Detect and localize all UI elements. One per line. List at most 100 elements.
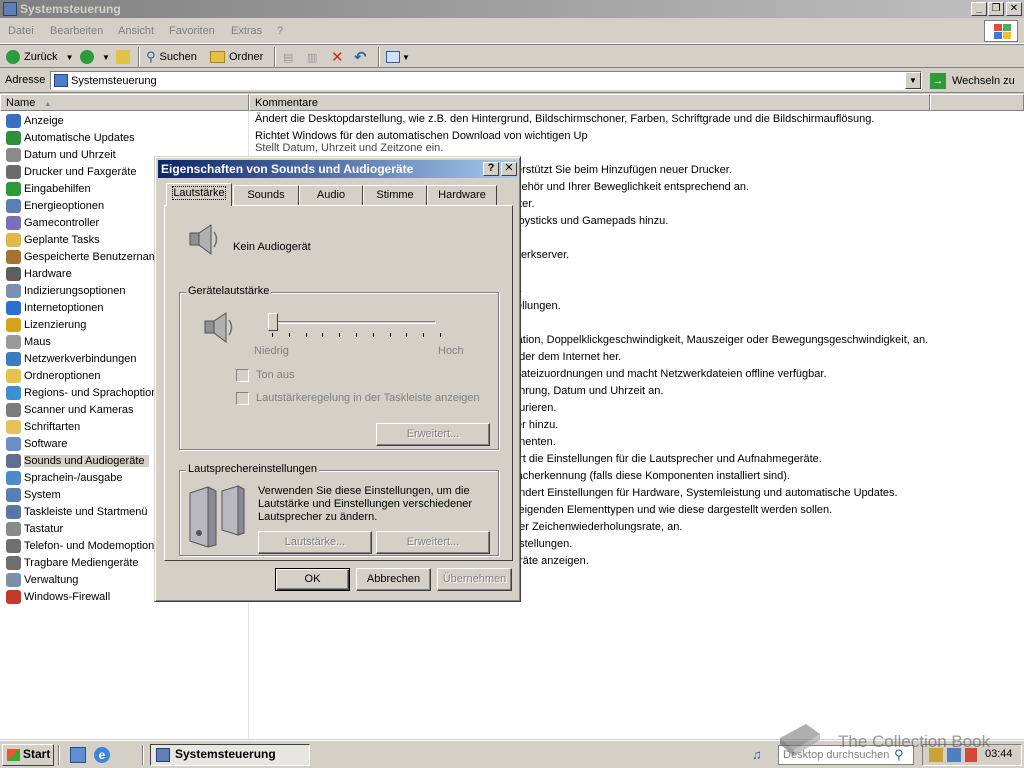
menu-favoriten[interactable]: Favoriten <box>169 25 215 37</box>
list-item-label: Regions- und Sprachoptione <box>24 387 164 399</box>
list-item[interactable]: Automatische Updates <box>0 130 248 147</box>
applet-icon <box>6 250 21 264</box>
chevron-down-icon: ▼ <box>402 52 410 62</box>
slider-tick <box>339 333 341 337</box>
quicklaunch-desktop-icon[interactable] <box>70 747 86 763</box>
folders-button[interactable]: Ordner <box>210 49 263 65</box>
undo-button[interactable]: ↶ <box>354 49 367 66</box>
go-arrow-icon: → <box>930 73 946 89</box>
back-label: Zurück <box>24 51 58 63</box>
list-item[interactable]: Anzeige <box>0 113 248 130</box>
speaker-advanced-button[interactable]: Erweitert... <box>376 531 490 554</box>
applet-icon <box>6 267 21 281</box>
slider-tick <box>288 333 290 337</box>
dialog-close-button[interactable]: ✕ <box>501 162 517 176</box>
copy-to-button[interactable]: ▥ <box>307 49 317 65</box>
tab-stimme[interactable]: Stimme <box>363 185 427 205</box>
address-input[interactable]: Systemsteuerung ▼ <box>50 71 922 90</box>
ok-button[interactable]: OK <box>275 568 350 591</box>
list-item-comment: der Zeichenwiederholungsrate, an. <box>513 521 683 533</box>
sound-tray-icon[interactable]: ♫ <box>752 747 768 763</box>
views-icon <box>386 51 400 63</box>
menu-extras[interactable]: Extras <box>231 25 262 37</box>
list-item-label: Sounds und Audiogeräte <box>24 455 149 467</box>
applet-icon <box>6 386 21 400</box>
move-to-button[interactable]: ▤ <box>283 49 293 65</box>
list-item-comment: terstützt Sie beim Hinzufügen neuer Druc… <box>513 164 732 176</box>
menu-bearbeiten[interactable]: Bearbeiten <box>50 25 103 37</box>
forward-button[interactable]: ▼ <box>80 49 110 65</box>
list-item-comment: nstellungen. <box>513 538 573 550</box>
forward-arrow-icon <box>80 50 94 64</box>
menu-help[interactable]: ? <box>277 25 283 37</box>
applet-icon <box>6 182 21 196</box>
tab-audio[interactable]: Audio <box>299 185 363 205</box>
applet-icon <box>6 590 21 604</box>
list-item-comment: eräte anzeigen. <box>513 555 589 567</box>
list-item-label: Lizenzierung <box>24 319 87 331</box>
slider-tick <box>356 333 357 337</box>
list-item-label: Energieoptionen <box>24 200 105 212</box>
list-item-label: Datum und Uhrzeit <box>24 149 116 161</box>
volume-slider[interactable] <box>256 311 446 343</box>
cancel-button[interactable]: Abbrechen <box>356 568 431 591</box>
up-folder-button[interactable] <box>116 49 130 65</box>
mute-checkbox[interactable] <box>236 369 249 382</box>
list-item-comment: Gehör und Ihrer Beweglichkeit entspreche… <box>513 181 750 193</box>
advanced-volume-button[interactable]: Erweitert... <box>376 423 490 446</box>
volume-tab-panel: Kein Audiogerät Gerätelautstärke Niedrig… <box>164 205 513 561</box>
toolbar-separator <box>378 47 380 67</box>
list-item-label: Tragbare Mediengeräte <box>24 557 139 569</box>
minimize-button[interactable]: _ <box>971 2 987 16</box>
slider-tick <box>406 333 408 337</box>
column-header-comments[interactable]: Kommentare <box>249 94 930 111</box>
chevron-down-icon: ▼ <box>102 52 110 62</box>
column-header-name[interactable]: Name ▲ <box>0 94 249 111</box>
applet-icon <box>6 403 21 417</box>
slider-thumb[interactable] <box>268 313 278 331</box>
menu-ansicht[interactable]: Ansicht <box>118 25 154 37</box>
applet-icon <box>6 488 21 502</box>
undo-icon: ↶ <box>354 49 367 66</box>
list-item-label: Software <box>24 438 68 450</box>
applet-icon <box>6 216 21 230</box>
taskbar-separator <box>142 745 144 765</box>
window-title: Systemsteuerung <box>20 2 121 16</box>
speaker-volume-button[interactable]: Lautstärke... <box>258 531 372 554</box>
maximize-button[interactable]: ❐ <box>988 2 1004 16</box>
help-button[interactable]: ? <box>483 162 499 176</box>
slider-tick <box>305 333 307 337</box>
views-button[interactable]: ▼ <box>386 49 410 65</box>
applet-icon <box>6 335 21 349</box>
start-button[interactable]: Start <box>2 744 54 766</box>
applet-icon <box>6 454 21 468</box>
taskbar-item-systemsteuerung[interactable]: Systemsteuerung <box>150 744 310 766</box>
applet-icon <box>6 284 21 298</box>
list-item-label: Automatische Updates <box>24 132 135 144</box>
menu-datei[interactable]: Datei <box>8 25 34 37</box>
dialog-titlebar[interactable]: Eigenschaften von Sounds und Audiogeräte… <box>158 160 517 178</box>
close-button[interactable]: ✕ <box>1006 2 1022 16</box>
search-button[interactable]: ⚲ Suchen <box>146 49 197 65</box>
tab-hardware[interactable]: Hardware <box>427 185 497 205</box>
speaker-icon <box>204 312 233 343</box>
window-titlebar[interactable]: Systemsteuerung _ ❐ ✕ <box>0 0 1024 18</box>
speaker-settings-legend: Lautsprechereinstellungen <box>186 463 320 475</box>
quicklaunch-ie-icon[interactable]: e <box>94 747 110 763</box>
apply-button[interactable]: Übernehmen <box>437 568 512 591</box>
applet-icon <box>6 539 21 553</box>
delete-button[interactable]: ✕ <box>331 49 344 66</box>
address-dropdown-button[interactable]: ▼ <box>905 72 921 89</box>
go-button[interactable]: → Wechseln zu <box>930 72 1015 90</box>
control-panel-icon <box>54 74 68 87</box>
list-item-label: Ordneroptionen <box>24 370 101 382</box>
back-button[interactable]: Zurück ▼ <box>6 49 74 65</box>
menu-bar: Datei Bearbeiten Ansicht Favoriten Extra… <box>0 18 1024 44</box>
folders-label: Ordner <box>229 51 264 63</box>
speaker-settings-text: Verwenden Sie diese Einstellungen, um di… <box>258 485 473 523</box>
windows-flag-icon <box>7 749 20 761</box>
tab-lautstaerke[interactable]: Lautstärke <box>166 183 232 206</box>
tray-volume-checkbox[interactable] <box>236 392 249 405</box>
tab-sounds[interactable]: Sounds <box>233 185 299 205</box>
back-arrow-icon <box>6 50 20 64</box>
